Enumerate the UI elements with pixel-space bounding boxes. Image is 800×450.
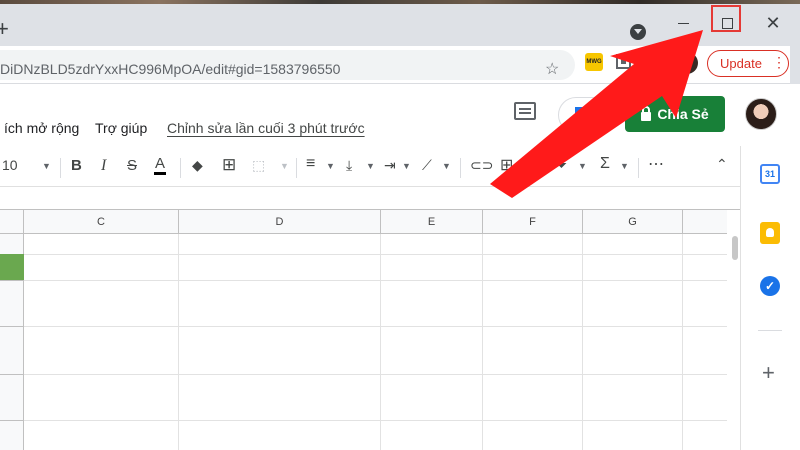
filter-caret-icon[interactable]: ▼ xyxy=(578,161,587,171)
meet-button[interactable] xyxy=(558,97,610,133)
tasks-icon[interactable]: ✓ xyxy=(760,276,780,296)
update-label: Update xyxy=(720,56,762,71)
more-tools-icon[interactable]: ⋯ xyxy=(648,154,664,174)
minimize-icon xyxy=(677,22,689,24)
vertical-align-icon[interactable]: ⤓ xyxy=(346,157,352,174)
horizontal-align-icon[interactable]: ≡ xyxy=(306,155,315,173)
column-gridline xyxy=(482,234,483,450)
side-panel-divider xyxy=(758,330,782,331)
insert-chart-icon[interactable]: ▥ xyxy=(526,157,539,174)
functions-icon[interactable]: Σ xyxy=(600,155,610,173)
last-edit-link[interactable]: Chỉnh sửa lần cuối 3 phút trước xyxy=(167,120,365,136)
column-header-c[interactable]: C xyxy=(24,210,179,234)
select-all-corner[interactable] xyxy=(0,210,24,234)
toolbar-divider xyxy=(638,158,639,178)
close-icon: ✕ xyxy=(765,12,781,33)
wrap-caret-icon[interactable]: ▼ xyxy=(402,161,411,171)
menu-help[interactable]: Trợ giúp xyxy=(95,120,147,136)
row-header-divider xyxy=(0,280,24,281)
browser-tab-strip: + ✕ xyxy=(0,4,800,46)
format-toolbar: 10 ▼ B I S A ◆ ⊞ ⬚ ▼ ≡ ▼ ⤓ ▼ ⇥ ▼ ⟋ ▼ ⊂⊃ … xyxy=(0,152,740,182)
get-addons-plus-icon[interactable]: + xyxy=(762,362,775,384)
maximize-highlight-box xyxy=(711,5,741,32)
mwg-extension-icon[interactable]: MWG xyxy=(585,53,603,71)
valign-caret-icon[interactable]: ▼ xyxy=(366,161,375,171)
row-gridline xyxy=(24,326,727,327)
row-gridline xyxy=(24,280,727,281)
account-avatar[interactable] xyxy=(745,98,777,130)
column-header-d[interactable]: D xyxy=(179,210,381,234)
merge-caret-icon[interactable]: ▼ xyxy=(280,161,289,171)
share-label: Chia Sẻ xyxy=(657,106,709,122)
keep-icon[interactable] xyxy=(760,222,780,244)
row-gridline xyxy=(24,254,727,255)
column-gridline xyxy=(380,234,381,450)
spreadsheet-grid[interactable]: C D E F G xyxy=(0,210,740,450)
text-rotate-icon[interactable]: ⟋ xyxy=(422,157,432,174)
url-text: DiDNzBLD5zdrYxxHC996MpOA/edit#gid=158379… xyxy=(0,61,341,77)
selected-cell[interactable] xyxy=(0,254,24,280)
row-header-divider xyxy=(0,326,24,327)
filter-icon[interactable]: ⏷ xyxy=(556,157,567,174)
text-wrap-icon[interactable]: ⇥ xyxy=(384,157,396,174)
column-gridline xyxy=(178,234,179,450)
column-header-h[interactable] xyxy=(683,210,727,234)
window-edge xyxy=(790,46,800,84)
menu-extensions[interactable]: ích mở rộng xyxy=(4,120,79,136)
toolbar-divider xyxy=(180,158,181,178)
column-header-g[interactable]: G xyxy=(583,210,683,234)
comment-history-icon[interactable] xyxy=(514,102,536,120)
address-bar[interactable]: DiDNzBLD5zdrYxxHC996MpOA/edit#gid=158379… xyxy=(0,50,575,80)
rotate-caret-icon[interactable]: ▼ xyxy=(442,161,451,171)
font-size-caret-icon[interactable]: ▼ xyxy=(42,161,51,171)
column-gridline xyxy=(582,234,583,450)
borders-icon[interactable]: ⊞ xyxy=(222,155,236,175)
insert-link-icon[interactable]: ⊂⊃ xyxy=(470,157,493,174)
vertical-scrollbar[interactable] xyxy=(732,236,738,260)
font-size-value[interactable]: 10 xyxy=(2,157,18,173)
halign-caret-icon[interactable]: ▼ xyxy=(326,161,335,171)
minimize-button[interactable] xyxy=(660,8,706,38)
row-gridline xyxy=(24,420,727,421)
column-header-f[interactable]: F xyxy=(483,210,583,234)
bookmark-star-icon[interactable]: ☆ xyxy=(545,59,559,79)
close-window-button[interactable]: ✕ xyxy=(750,8,796,38)
side-panel xyxy=(740,146,800,450)
merge-cells-icon[interactable]: ⬚ xyxy=(252,157,265,174)
italic-button[interactable]: I xyxy=(101,157,106,175)
functions-caret-icon[interactable]: ▼ xyxy=(620,161,629,171)
screen: + ✕ DiDNzBLD5zdrYxxHC996MpOA/edit#gid=15… xyxy=(0,0,800,450)
bold-button[interactable]: B xyxy=(71,157,82,174)
text-color-button[interactable]: A xyxy=(154,156,167,175)
collapse-menu-icon[interactable]: ⌃ xyxy=(716,156,728,173)
toolbar-divider xyxy=(60,158,61,178)
more-menu-icon[interactable]: ⋮ xyxy=(772,54,786,71)
qr-extension-icon[interactable] xyxy=(616,54,631,69)
formula-bar[interactable] xyxy=(0,186,740,210)
new-tab-button[interactable]: + xyxy=(0,16,9,42)
insert-comment-icon[interactable]: ⊞ xyxy=(500,155,513,175)
share-button[interactable]: Chia Sẻ xyxy=(625,96,725,132)
toolbar-divider xyxy=(296,158,297,178)
tab-search-icon[interactable] xyxy=(630,24,646,40)
strikethrough-button[interactable]: S xyxy=(127,157,137,174)
browser-profile-avatar[interactable] xyxy=(676,52,698,74)
toolbar-divider xyxy=(460,158,461,178)
row-header-divider xyxy=(0,374,24,375)
row-gridline xyxy=(24,374,727,375)
column-header-e[interactable]: E xyxy=(381,210,483,234)
fill-color-icon[interactable]: ◆ xyxy=(192,157,203,174)
row-header-divider xyxy=(0,420,24,421)
lock-icon xyxy=(641,105,652,121)
column-gridline xyxy=(682,234,683,450)
calendar-icon[interactable]: 31 xyxy=(760,164,780,184)
